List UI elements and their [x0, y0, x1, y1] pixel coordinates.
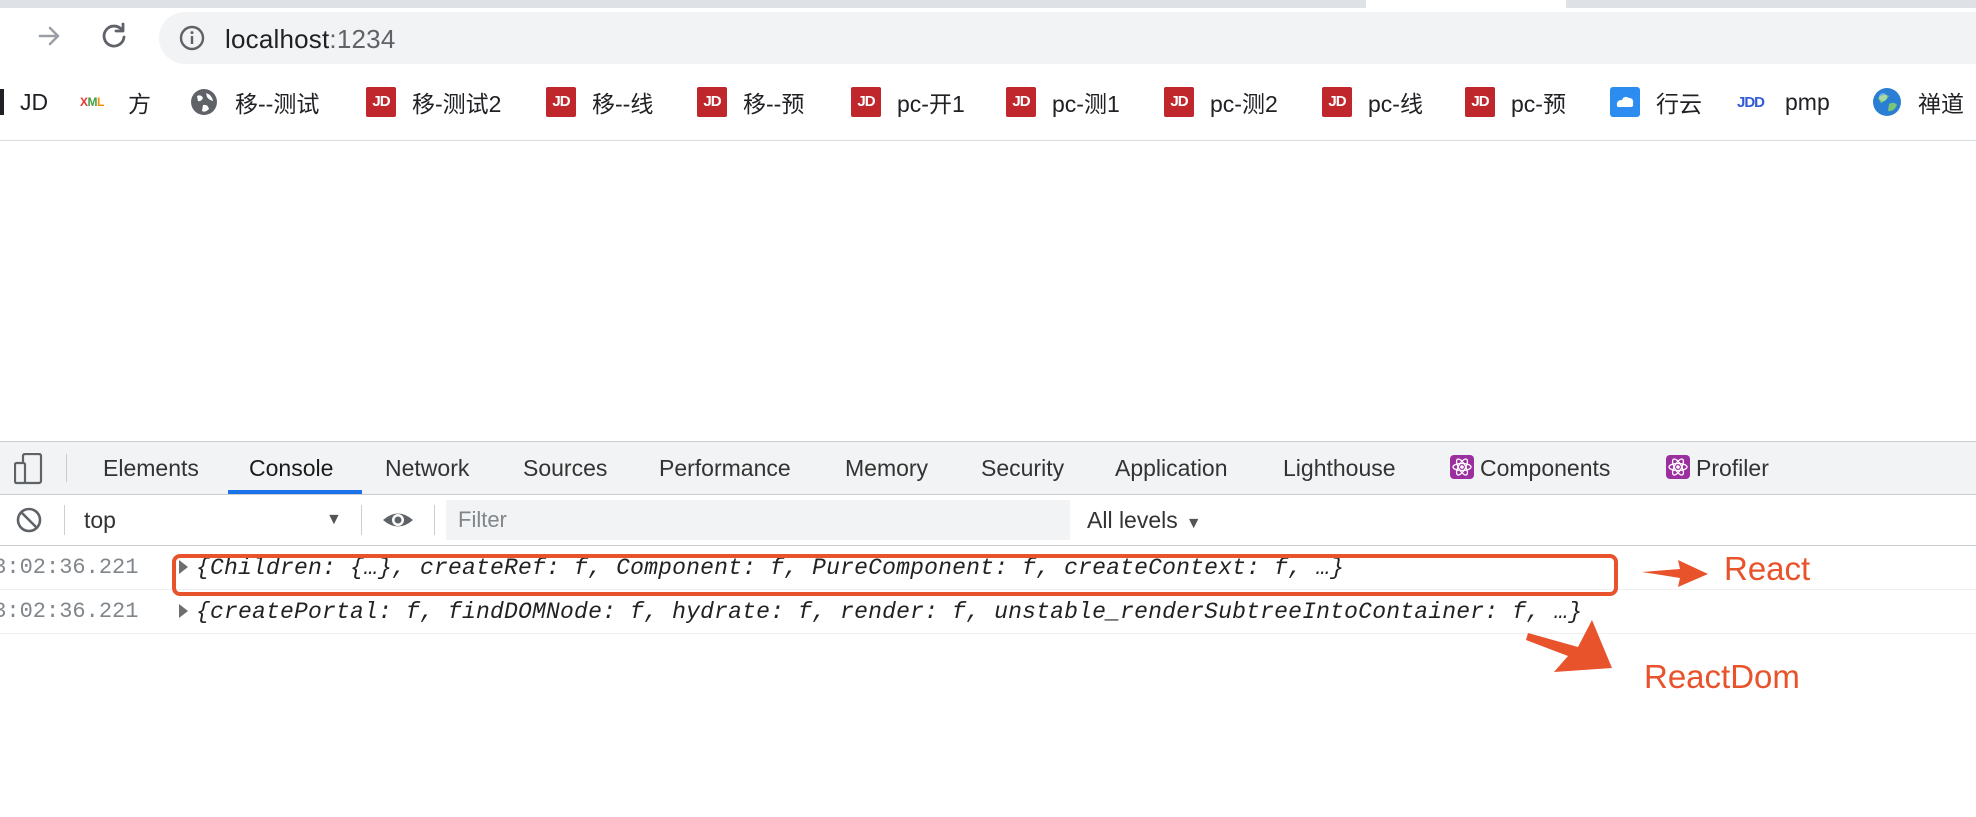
reactdom-arrow-icon	[1526, 620, 1612, 672]
react-arrow-icon	[1642, 560, 1708, 587]
reactdom-annotation-label: ReactDom	[1644, 658, 1800, 695]
react-annotation-label: React	[1724, 550, 1811, 587]
